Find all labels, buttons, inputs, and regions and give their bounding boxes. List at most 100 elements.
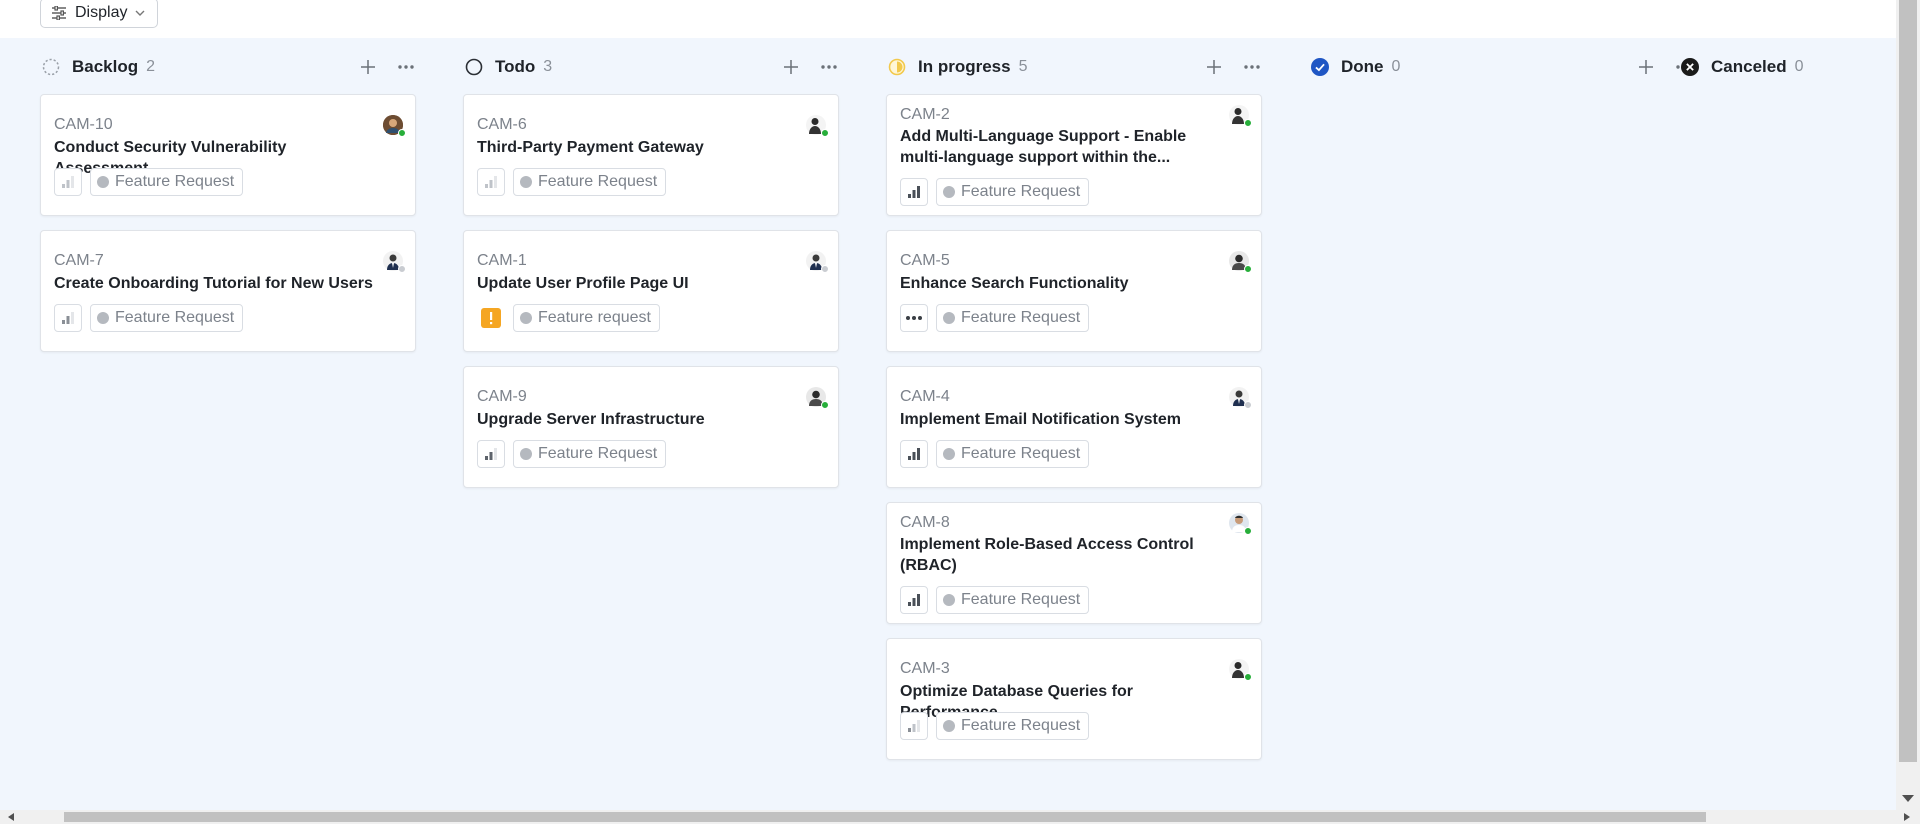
label-text: Feature Request	[961, 309, 1081, 326]
priority-low-icon	[485, 176, 497, 188]
assignee-avatar[interactable]	[806, 115, 829, 137]
column-title: Done	[1341, 57, 1384, 76]
assignee-avatar[interactable]	[806, 251, 829, 273]
column-count: 2	[146, 58, 156, 75]
column-header: Todo 3	[461, 38, 839, 96]
scroll-right-arrow-icon[interactable]	[1904, 813, 1910, 821]
column-title: In progress	[918, 57, 1011, 76]
issue-id: CAM-7	[54, 252, 104, 269]
issue-id: CAM-9	[477, 388, 527, 405]
issue-id: CAM-8	[900, 514, 950, 531]
label-chip[interactable]: Feature Request	[513, 440, 667, 468]
column-done: Done 0	[1307, 38, 1692, 96]
backlog-dashed-circle-icon	[42, 58, 60, 76]
column-header: Canceled 0	[1677, 38, 1877, 96]
label-chip[interactable]: Feature Request	[936, 712, 1090, 740]
add-issue-button[interactable]	[781, 57, 801, 77]
issue-card[interactable]: CAM-10 Conduct Security Vulnerability As…	[40, 94, 416, 216]
assignee-avatar[interactable]	[806, 387, 829, 409]
issue-card[interactable]: CAM-4 Implement Email Notification Syste…	[886, 366, 1262, 488]
assignee-avatar[interactable]	[1229, 387, 1252, 409]
label-chip[interactable]: Feature Request	[936, 440, 1090, 468]
add-issue-button[interactable]	[358, 57, 378, 77]
priority-medium-icon	[485, 448, 497, 460]
priority-button[interactable]	[54, 168, 82, 196]
column-menu-button[interactable]	[1242, 57, 1262, 77]
assignee-avatar[interactable]	[1229, 251, 1252, 273]
assignee-avatar[interactable]	[383, 115, 406, 137]
priority-button[interactable]	[477, 440, 505, 468]
display-button[interactable]: Display	[40, 0, 159, 28]
issue-id: CAM-1	[477, 252, 527, 269]
label-dot-icon	[943, 448, 955, 460]
sliders-icon	[52, 6, 66, 20]
assignee-avatar[interactable]	[1229, 513, 1252, 535]
column-title: Todo	[495, 57, 536, 76]
issue-card[interactable]: CAM-1 Update User Profile Page UI Featur…	[463, 230, 839, 352]
no-priority-icon	[906, 316, 922, 320]
horizontal-scroll-thumb[interactable]	[64, 812, 1706, 822]
column-header: In progress 5	[884, 38, 1262, 96]
issue-id: CAM-3	[900, 660, 950, 677]
issue-card[interactable]: CAM-3 Optimize Database Queries for Perf…	[886, 638, 1262, 760]
priority-button[interactable]	[900, 178, 928, 206]
scroll-down-arrow-icon[interactable]	[1902, 795, 1914, 802]
horizontal-scrollbar[interactable]	[0, 810, 1920, 824]
label-chip[interactable]: Feature Request	[90, 304, 244, 332]
issue-title: Upgrade Server Infrastructure	[477, 411, 705, 428]
issue-card[interactable]: CAM-6 Third-Party Payment Gateway Featur…	[463, 94, 839, 216]
column-count: 3	[543, 58, 553, 75]
assignee-avatar[interactable]	[383, 251, 406, 273]
issue-title: Add Multi-Language Support - Enable mult…	[900, 128, 1187, 166]
vertical-scroll-thumb[interactable]	[1899, 0, 1917, 762]
issue-card[interactable]: CAM-7 Create Onboarding Tutorial for New…	[40, 230, 416, 352]
priority-high-icon	[908, 448, 920, 460]
issue-title: Implement Role-Based Access Control (RBA…	[900, 536, 1194, 574]
label-dot-icon	[943, 594, 955, 606]
label-chip[interactable]: Feature Request	[936, 586, 1090, 614]
add-issue-button[interactable]	[1636, 57, 1656, 77]
vertical-scrollbar[interactable]	[1896, 0, 1920, 810]
label-text: Feature Request	[961, 591, 1081, 608]
chevron-down-icon	[135, 10, 145, 16]
label-text: Feature Request	[115, 309, 235, 326]
priority-button[interactable]	[477, 168, 505, 196]
issue-title: Implement Email Notification System	[900, 411, 1181, 428]
column-title: Canceled	[1711, 57, 1787, 76]
add-issue-button[interactable]	[1204, 57, 1224, 77]
issue-card[interactable]: CAM-8 Implement Role-Based Access Contro…	[886, 502, 1262, 624]
priority-button[interactable]	[900, 440, 928, 468]
priority-button[interactable]	[900, 712, 928, 740]
assignee-avatar[interactable]	[1229, 659, 1252, 681]
priority-urgent-icon	[481, 308, 501, 328]
issue-card[interactable]: CAM-5 Enhance Search Functionality Featu…	[886, 230, 1262, 352]
label-chip[interactable]: Feature Request	[936, 304, 1090, 332]
priority-button[interactable]	[477, 304, 505, 332]
issue-card[interactable]: CAM-2 Add Multi-Language Support - Enabl…	[886, 94, 1262, 216]
label-dot-icon	[520, 176, 532, 188]
canceled-x-circle-icon	[1681, 58, 1699, 76]
column-menu-button[interactable]	[396, 57, 416, 77]
issue-title: Create Onboarding Tutorial for New Users	[54, 275, 373, 292]
label-dot-icon	[97, 176, 109, 188]
label-dot-icon	[520, 312, 532, 324]
label-chip[interactable]: Feature Request	[513, 168, 667, 196]
column-menu-button[interactable]	[819, 57, 839, 77]
priority-medium-icon	[62, 312, 74, 324]
priority-button[interactable]	[900, 304, 928, 332]
label-chip[interactable]: Feature request	[513, 304, 660, 332]
label-chip[interactable]: Feature Request	[90, 168, 244, 196]
scroll-left-arrow-icon[interactable]	[8, 813, 14, 821]
plus-icon	[1639, 60, 1653, 74]
label-text: Feature Request	[961, 717, 1081, 734]
priority-button[interactable]	[900, 586, 928, 614]
issue-card[interactable]: CAM-9 Upgrade Server Infrastructure Feat…	[463, 366, 839, 488]
issue-id: CAM-2	[900, 106, 950, 123]
plus-icon	[1207, 60, 1221, 74]
issue-title: Update User Profile Page UI	[477, 275, 689, 292]
column-canceled: Canceled 0	[1677, 38, 1877, 96]
assignee-avatar[interactable]	[1229, 105, 1252, 127]
label-chip[interactable]: Feature Request	[936, 178, 1090, 206]
priority-button[interactable]	[54, 304, 82, 332]
priority-high-icon	[908, 594, 920, 606]
